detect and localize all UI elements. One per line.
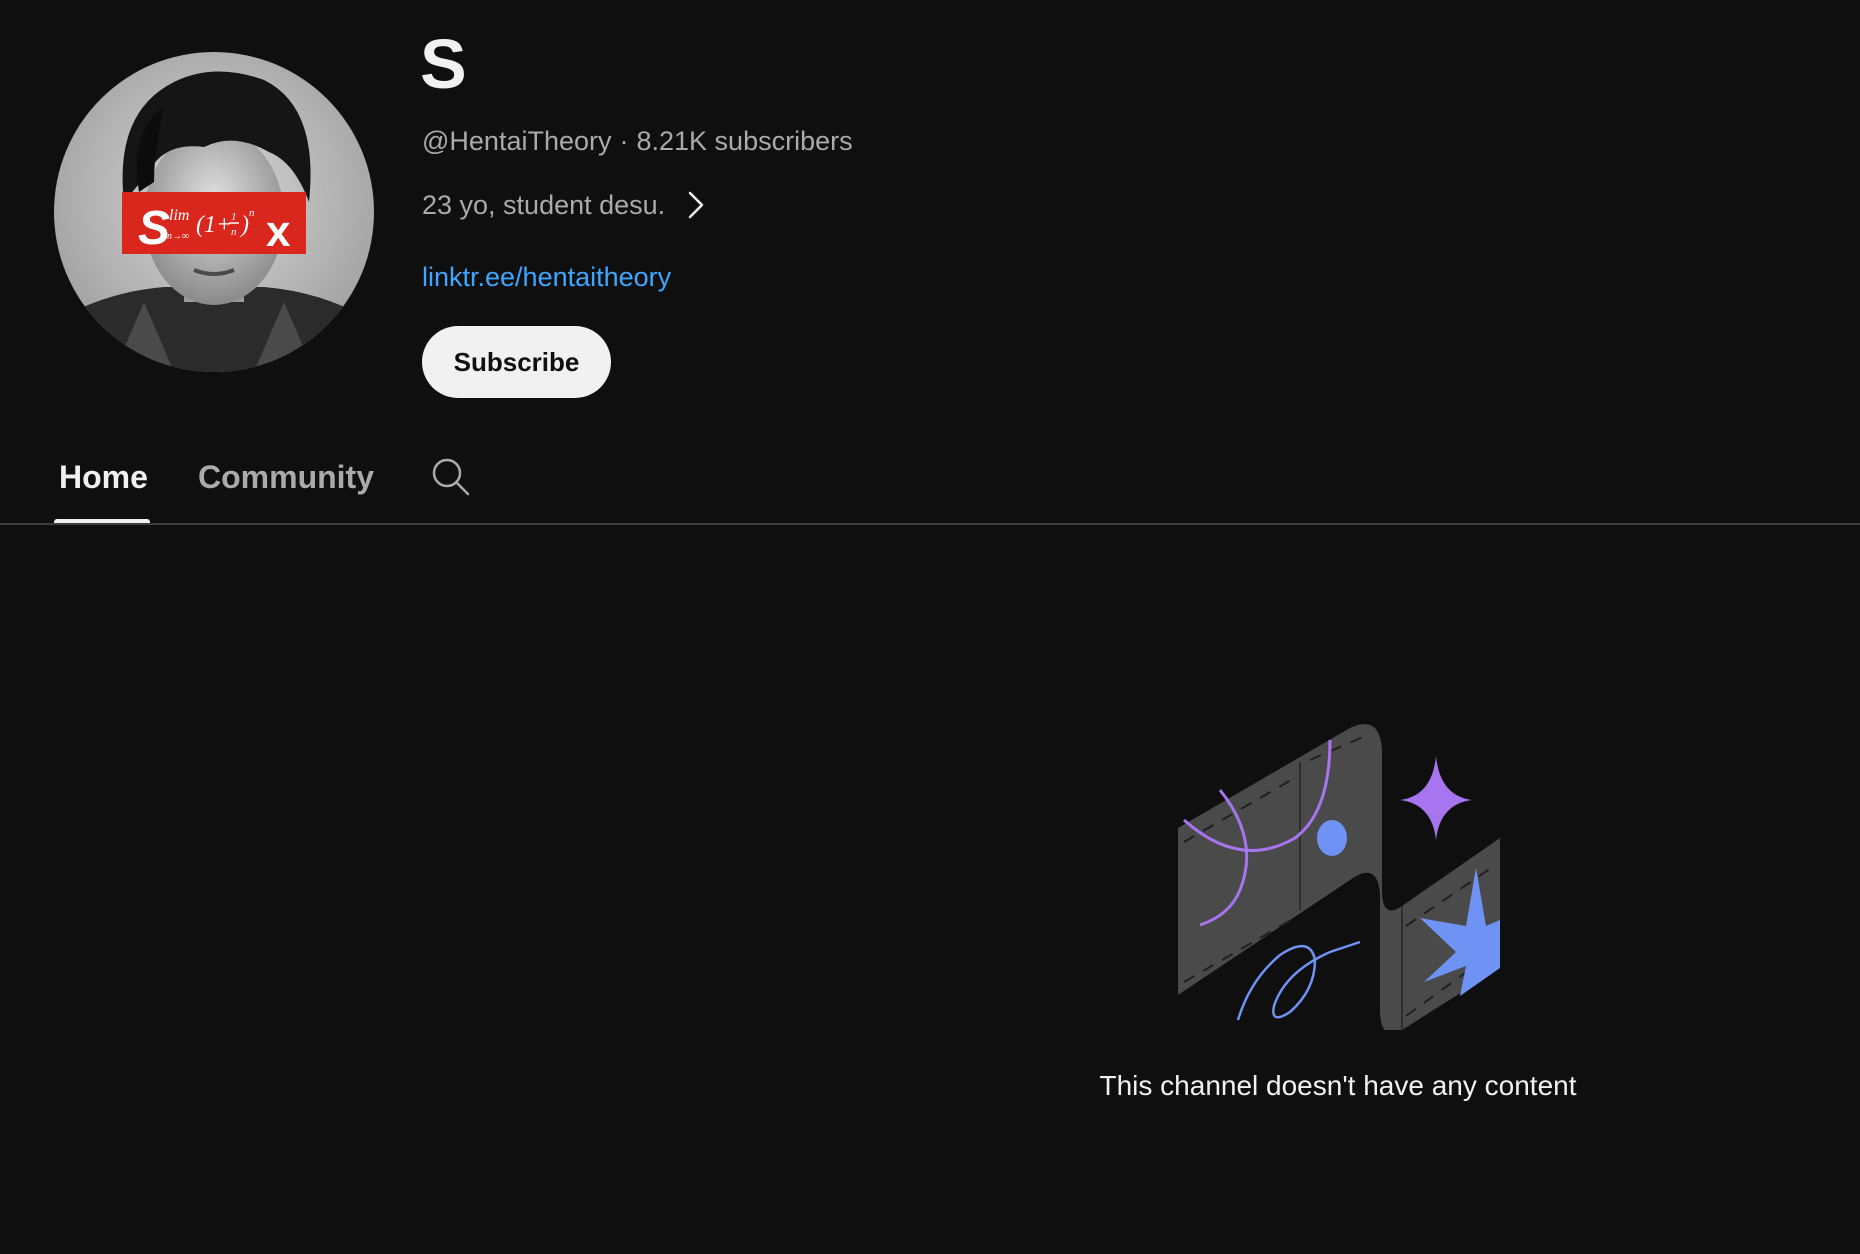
channel-external-link[interactable]: linktr.ee/hentaitheory — [422, 260, 671, 294]
channel-name: S — [420, 25, 467, 103]
tabs-divider — [0, 523, 1860, 525]
subscribe-button[interactable]: Subscribe — [422, 326, 611, 398]
search-icon[interactable] — [430, 456, 472, 498]
description-text: 23 yo, student desu. — [422, 190, 666, 220]
svg-text:): ) — [239, 212, 249, 238]
subscriber-count: 8.21K subscribers — [636, 126, 853, 156]
channel-handle: @HentaiTheory — [422, 126, 612, 156]
avatar-image: S lim n→∞ (1+ 1 n ) n x — [54, 52, 374, 372]
svg-text:1: 1 — [231, 211, 237, 223]
channel-avatar: S lim n→∞ (1+ 1 n ) n x — [54, 52, 374, 372]
svg-text:n: n — [231, 226, 237, 238]
svg-text:(1+: (1+ — [196, 212, 232, 238]
chevron-right-icon[interactable] — [687, 190, 705, 220]
svg-text:x: x — [266, 207, 291, 256]
tab-home[interactable]: Home — [59, 452, 148, 502]
svg-text:n: n — [249, 207, 255, 219]
svg-text:n→∞: n→∞ — [167, 231, 189, 242]
svg-text:S: S — [138, 202, 170, 255]
meta-separator: · — [619, 126, 629, 156]
tab-community[interactable]: Community — [198, 452, 374, 502]
channel-meta: @HentaiTheory · 8.21K subscribers — [422, 124, 853, 158]
channel-description[interactable]: 23 yo, student desu. — [422, 188, 705, 222]
empty-state-message: This channel doesn't have any content — [1099, 1070, 1577, 1101]
empty-channel-illustration — [1170, 720, 1500, 1034]
svg-text:lim: lim — [169, 207, 189, 224]
